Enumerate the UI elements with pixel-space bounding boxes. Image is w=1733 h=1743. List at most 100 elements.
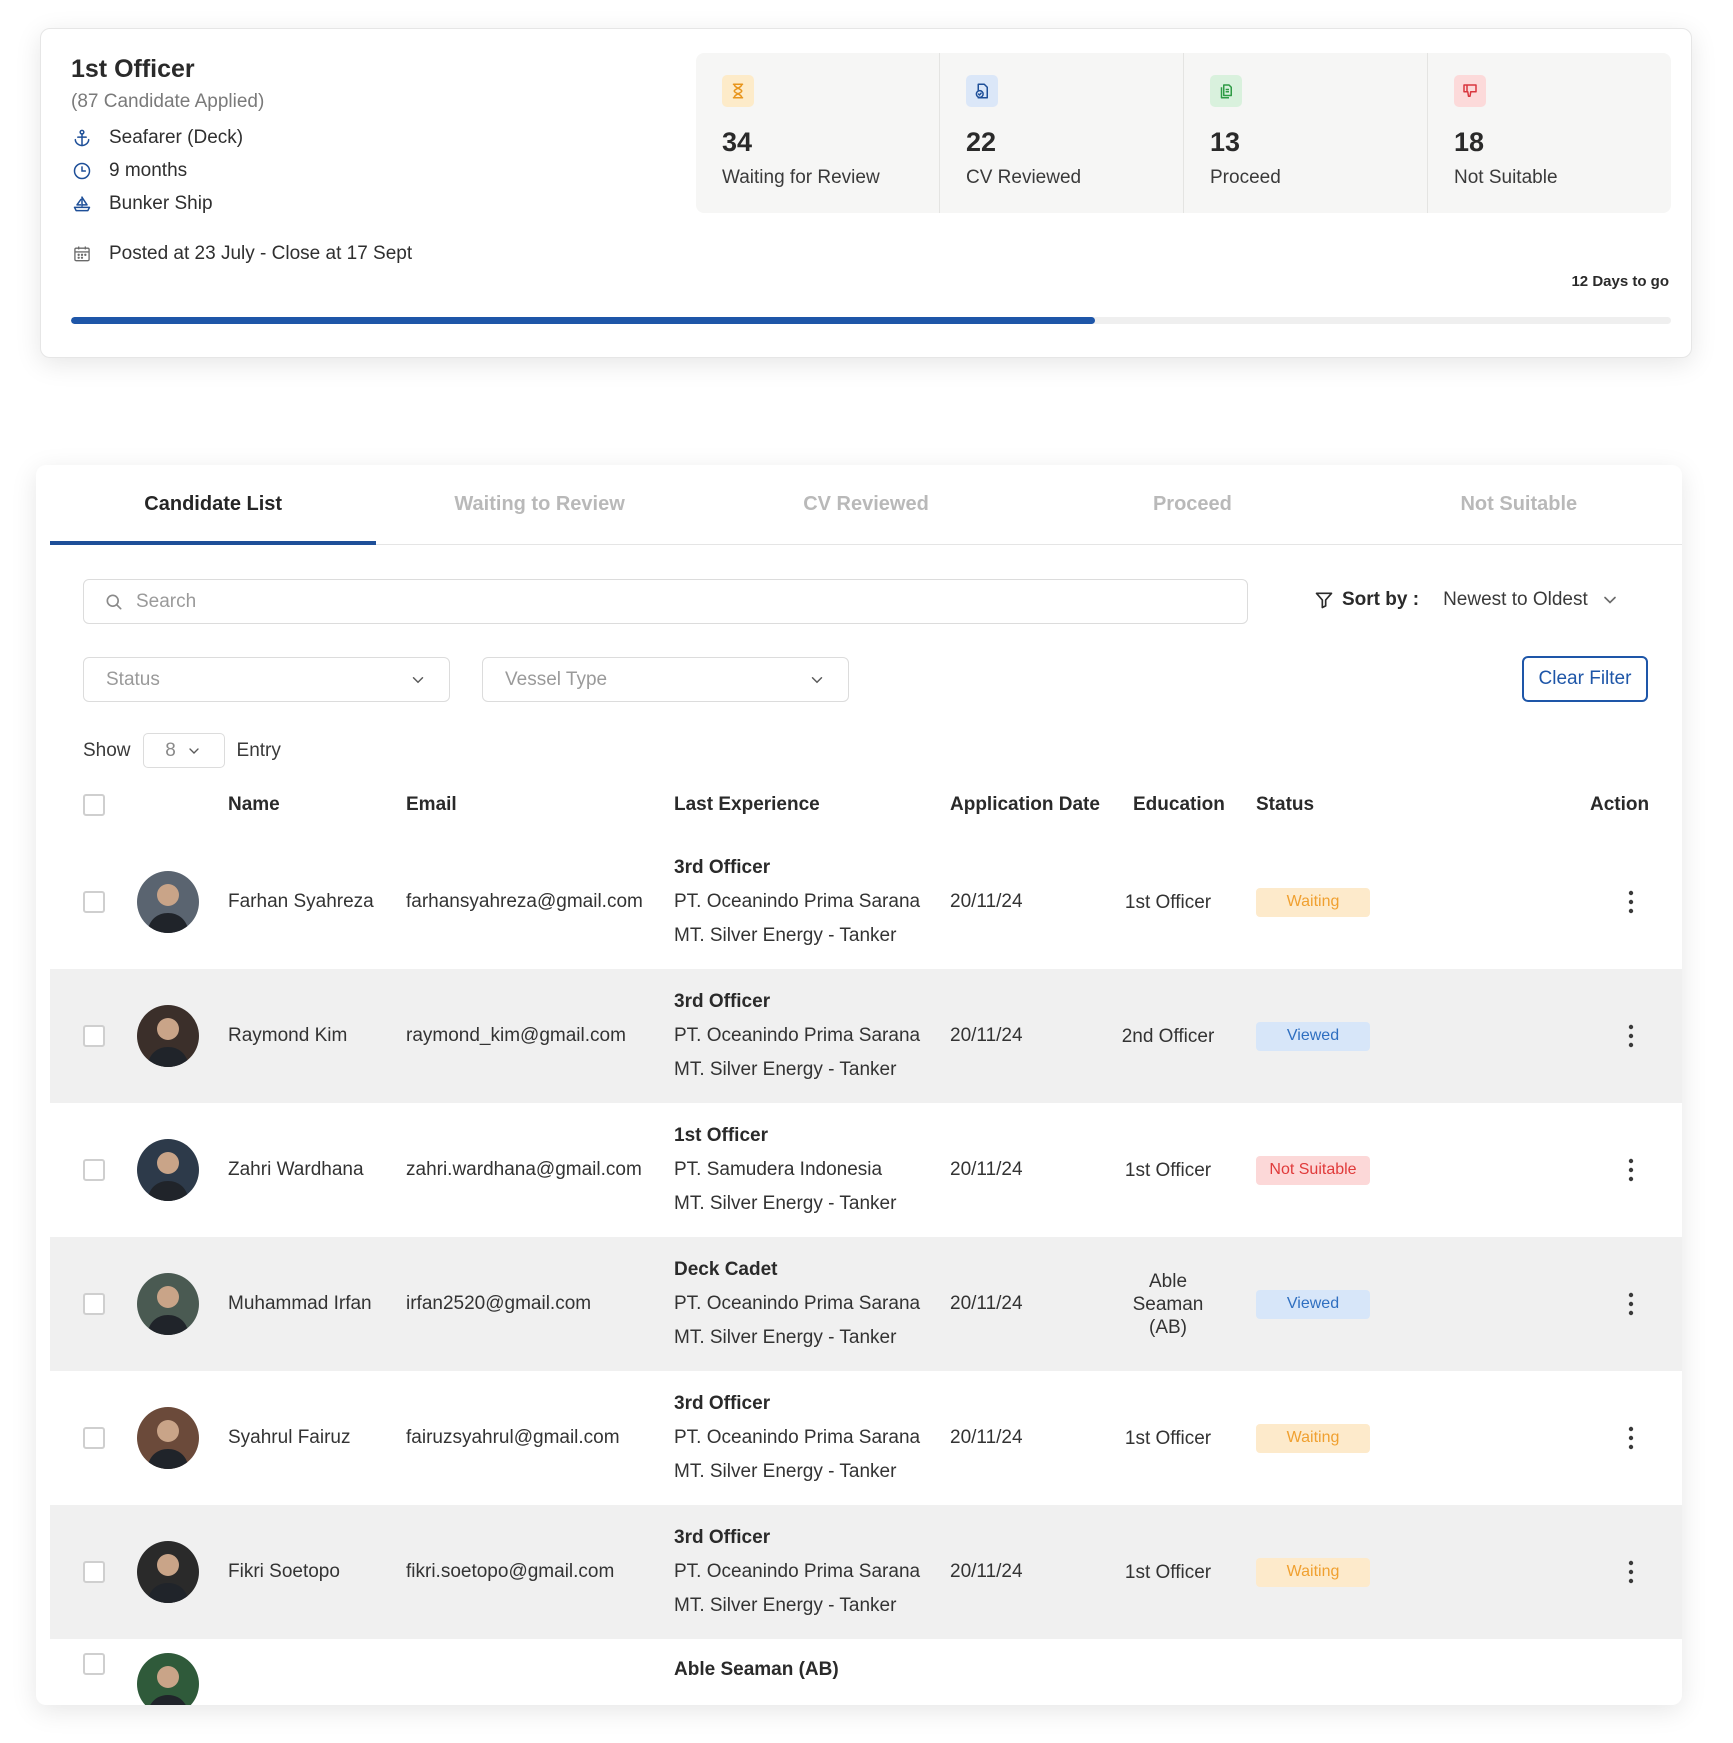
application-date: 20/11/24 bbox=[950, 1561, 1023, 1582]
more-actions-icon[interactable] bbox=[1616, 1557, 1646, 1587]
status-tabs: Candidate List Waiting to Review CV Revi… bbox=[50, 465, 1682, 545]
more-actions-icon[interactable] bbox=[1616, 1155, 1646, 1185]
chevron-down-icon[interactable] bbox=[1600, 590, 1620, 610]
job-posting-row: Posted at 23 July - Close at 17 Sept bbox=[71, 243, 412, 265]
anchor-icon bbox=[71, 127, 93, 149]
row-checkbox[interactable] bbox=[83, 1427, 105, 1449]
column-application-date[interactable]: Application Date bbox=[950, 775, 1100, 835]
stat-value: 34 bbox=[722, 127, 753, 157]
stat-value: 18 bbox=[1454, 127, 1485, 157]
sort-control[interactable]: Sort by : Newest to Oldest bbox=[1314, 589, 1620, 611]
experience-company: PT. Samudera Indonesia bbox=[674, 1159, 883, 1180]
tab-proceed[interactable]: Proceed bbox=[1029, 465, 1355, 544]
table-row[interactable]: Farhan Syahreza farhansyahreza@gmail.com… bbox=[50, 835, 1682, 969]
last-experience: 3rd Officer PT. Oceanindo Prima Sarana M… bbox=[674, 1505, 920, 1639]
row-checkbox[interactable] bbox=[83, 1293, 105, 1315]
tab-waiting-to-review[interactable]: Waiting to Review bbox=[376, 465, 702, 544]
clear-filter-button[interactable]: Clear Filter bbox=[1522, 656, 1648, 702]
candidate-name[interactable]: Raymond Kim bbox=[228, 969, 347, 1103]
column-email[interactable]: Email bbox=[406, 775, 457, 835]
search-field[interactable] bbox=[83, 579, 1248, 624]
posting-progress-bar bbox=[71, 317, 1671, 324]
stat-value: 22 bbox=[966, 127, 997, 157]
candidate-name[interactable]: Syahrul Fairuz bbox=[228, 1371, 351, 1505]
column-name[interactable]: Name bbox=[228, 775, 280, 835]
avatar bbox=[137, 1273, 199, 1335]
stat-proceed[interactable]: 13 Proceed bbox=[1184, 53, 1428, 213]
last-experience: Able Seaman (AB) bbox=[674, 1639, 839, 1705]
vessel-type-filter-select[interactable]: Vessel Type bbox=[482, 657, 849, 702]
candidate-table-body: Farhan Syahreza farhansyahreza@gmail.com… bbox=[50, 835, 1682, 1705]
experience-company: PT. Oceanindo Prima Sarana bbox=[674, 1427, 921, 1448]
tab-candidate-list[interactable]: Candidate List bbox=[50, 465, 377, 545]
experience-role: Deck Cadet bbox=[674, 1259, 778, 1280]
stat-cv-reviewed[interactable]: 22 CV Reviewed bbox=[940, 53, 1184, 213]
application-date: 20/11/24 bbox=[950, 891, 1023, 912]
column-status[interactable]: Status bbox=[1256, 775, 1314, 835]
row-checkbox[interactable] bbox=[83, 1159, 105, 1181]
ship-icon bbox=[71, 193, 93, 215]
job-duration: 9 months bbox=[109, 160, 188, 181]
candidate-stats: 34 Waiting for Review 22 CV Reviewed 13 … bbox=[696, 53, 1671, 213]
candidate-name[interactable]: Farhan Syahreza bbox=[228, 835, 374, 969]
job-summary-card: 1st Officer (87 Candidate Applied) Seafa… bbox=[40, 28, 1692, 358]
more-actions-icon[interactable] bbox=[1616, 887, 1646, 917]
experience-role: 3rd Officer bbox=[674, 1527, 771, 1548]
candidate-name[interactable]: Muhammad Irfan bbox=[228, 1237, 372, 1371]
experience-company: PT. Oceanindo Prima Sarana bbox=[674, 891, 921, 912]
row-checkbox[interactable] bbox=[83, 1025, 105, 1047]
stat-label: Proceed bbox=[1210, 167, 1281, 188]
table-row[interactable]: Fikri Soetopo fikri.soetopo@gmail.com 3r… bbox=[50, 1505, 1682, 1639]
document-check-icon bbox=[966, 75, 998, 107]
chevron-down-icon bbox=[811, 676, 823, 683]
application-date: 20/11/24 bbox=[950, 1427, 1023, 1448]
tab-cv-reviewed[interactable]: CV Reviewed bbox=[703, 465, 1029, 544]
posting-progress-fill bbox=[71, 317, 1095, 324]
candidate-name[interactable]: Fikri Soetopo bbox=[228, 1505, 340, 1639]
job-posting-dates: Posted at 23 July - Close at 17 Sept bbox=[109, 243, 413, 264]
row-checkbox[interactable] bbox=[83, 1561, 105, 1583]
search-input[interactable] bbox=[136, 590, 1236, 613]
candidate-list-card: Candidate List Waiting to Review CV Revi… bbox=[36, 465, 1682, 1705]
entries-select[interactable]: 8 bbox=[142, 733, 225, 768]
job-vessel-row: Bunker Ship bbox=[71, 193, 213, 215]
table-row[interactable]: Muhammad Irfan irfan2520@gmail.com Deck … bbox=[50, 1237, 1682, 1371]
calendar-icon bbox=[71, 243, 93, 265]
candidate-email: fikri.soetopo@gmail.com bbox=[406, 1561, 615, 1582]
more-actions-icon[interactable] bbox=[1616, 1289, 1646, 1319]
tab-not-suitable[interactable]: Not Suitable bbox=[1356, 465, 1682, 544]
table-row[interactable]: Zahri Wardhana zahri.wardhana@gmail.com … bbox=[50, 1103, 1682, 1237]
application-date: 20/11/24 bbox=[950, 1025, 1023, 1046]
status-filter-select[interactable]: Status bbox=[83, 657, 450, 702]
last-experience: 3rd Officer PT. Oceanindo Prima Sarana M… bbox=[674, 969, 920, 1103]
column-last-experience[interactable]: Last Experience bbox=[674, 775, 820, 835]
row-checkbox[interactable] bbox=[83, 891, 105, 913]
days-remaining: 12 Days to go bbox=[1571, 273, 1669, 290]
candidate-count: (87 Candidate Applied) bbox=[71, 91, 265, 112]
filter-icon bbox=[1315, 592, 1333, 609]
avatar bbox=[137, 1541, 199, 1603]
sort-value[interactable]: Newest to Oldest bbox=[1443, 589, 1588, 611]
experience-company: PT. Oceanindo Prima Sarana bbox=[674, 1025, 921, 1046]
more-actions-icon[interactable] bbox=[1616, 1021, 1646, 1051]
education: 1st Officer bbox=[1124, 1427, 1212, 1449]
experience-vessel: MT. Silver Energy - Tanker bbox=[674, 1059, 897, 1080]
row-checkbox[interactable] bbox=[83, 1653, 105, 1675]
search-icon bbox=[106, 594, 122, 609]
candidate-name[interactable]: Zahri Wardhana bbox=[228, 1103, 364, 1237]
status-badge: Waiting bbox=[1256, 887, 1370, 917]
table-header: Name Email Last Experience Application D… bbox=[50, 775, 1682, 835]
column-education[interactable]: Education bbox=[1133, 775, 1225, 835]
education: 1st Officer bbox=[1124, 1561, 1212, 1583]
table-row[interactable]: Raymond Kim raymond_kim@gmail.com 3rd Of… bbox=[50, 969, 1682, 1103]
more-actions-icon[interactable] bbox=[1616, 1423, 1646, 1453]
table-row[interactable]: Syahrul Fairuz fairuzsyahrul@gmail.com 3… bbox=[50, 1371, 1682, 1505]
experience-role: 1st Officer bbox=[674, 1125, 768, 1146]
stat-not-suitable[interactable]: 18 Not Suitable bbox=[1428, 53, 1671, 213]
clock-icon bbox=[71, 160, 93, 182]
chevron-down-icon bbox=[189, 747, 199, 754]
stat-waiting-review[interactable]: 34 Waiting for Review bbox=[696, 53, 940, 213]
select-all-checkbox[interactable] bbox=[83, 794, 105, 816]
experience-role: 3rd Officer bbox=[674, 1393, 771, 1414]
table-row[interactable]: Able Seaman (AB) bbox=[50, 1639, 1682, 1705]
